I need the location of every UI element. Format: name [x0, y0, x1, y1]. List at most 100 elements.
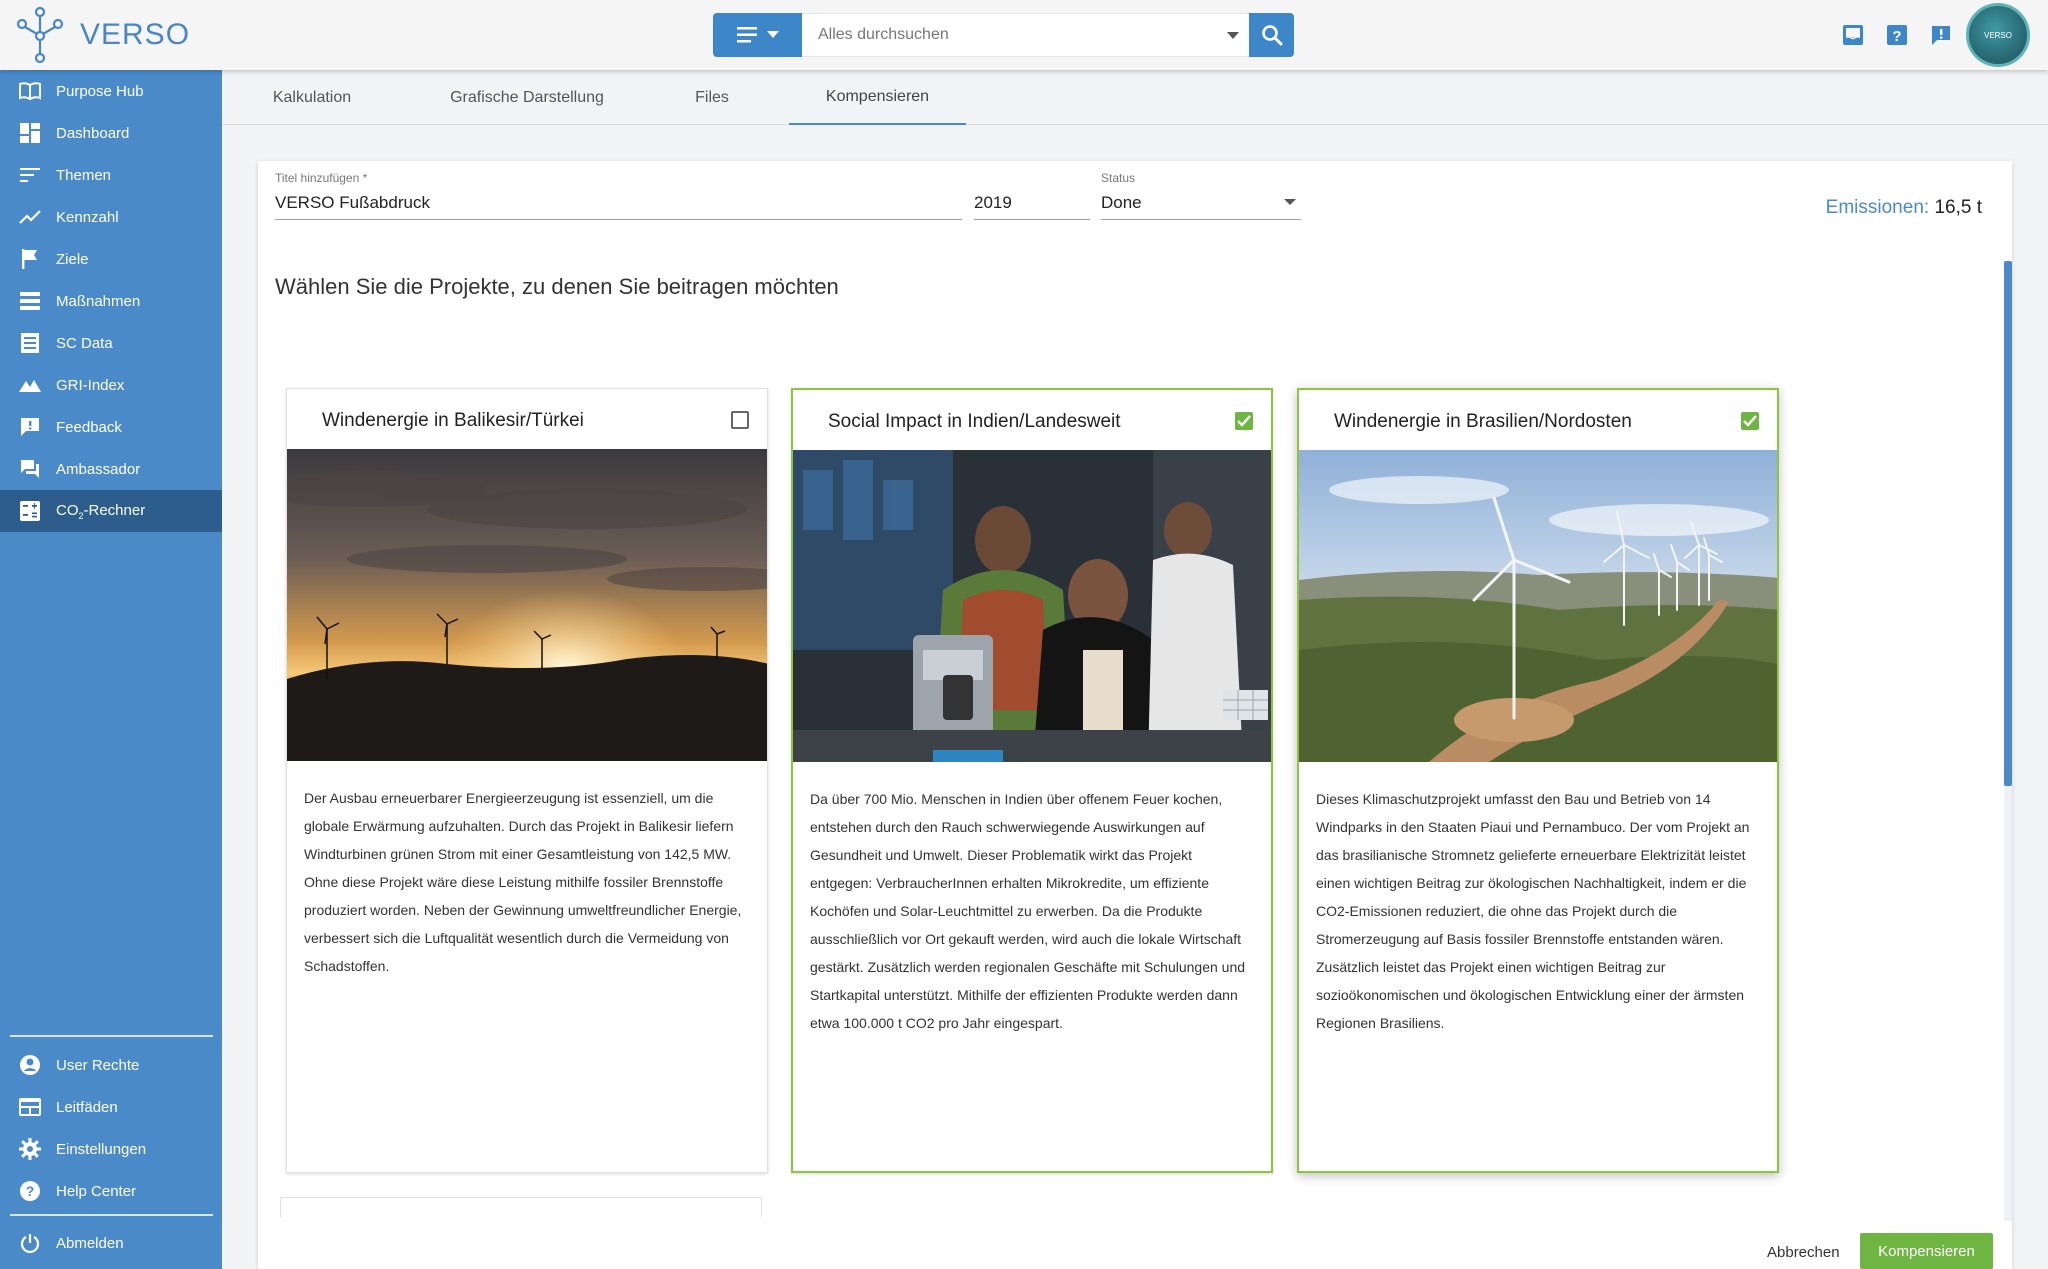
- checkmark-icon: [1743, 415, 1757, 427]
- dashboard-icon: [18, 121, 42, 145]
- sidebar-item-user-rechte[interactable]: User Rechte: [0, 1044, 222, 1086]
- sidebar-item-leitfaeden[interactable]: Leitfäden: [0, 1086, 222, 1128]
- book-open-icon: [18, 79, 42, 103]
- emissions-summary: Emissionen: 16,5 t: [1826, 197, 1982, 219]
- tab-kompensieren[interactable]: Kompensieren: [789, 70, 966, 125]
- project-image: [287, 449, 767, 761]
- status-select[interactable]: Done: [1101, 193, 1142, 213]
- sidebar-item-label: CO2-Rechner: [56, 502, 145, 521]
- lines-icon: [18, 163, 42, 187]
- account-circle-icon: [18, 1053, 42, 1077]
- terrain-icon: [18, 373, 42, 397]
- sidebar-item-label: Kennzahl: [56, 208, 119, 226]
- status-underline: [1101, 219, 1301, 220]
- sidebar-item-einstellungen[interactable]: Einstellungen: [0, 1128, 222, 1170]
- power-icon: [18, 1231, 42, 1255]
- verso-logo-icon: [16, 6, 64, 64]
- list-icon: [18, 331, 42, 355]
- tab-files[interactable]: Files: [662, 70, 762, 125]
- inbox-icon[interactable]: [1840, 22, 1866, 48]
- sidebar-item-sc-data[interactable]: SC Data: [0, 322, 222, 364]
- sidebar-item-label: Themen: [56, 166, 112, 184]
- sidebar-item-help-center[interactable]: ? Help Center: [0, 1170, 222, 1212]
- sidebar-item-kennzahl[interactable]: Kennzahl: [0, 196, 222, 238]
- web-icon: [18, 1095, 42, 1119]
- project-image: [793, 450, 1271, 762]
- sidebar-item-label: Maßnahmen: [56, 292, 141, 310]
- project-description: Da über 700 Mio. Menschen in Indien über…: [810, 791, 1246, 1031]
- checkmark-icon: [1237, 415, 1251, 427]
- sidebar-item-purpose-hub[interactable]: Purpose Hub: [0, 70, 222, 112]
- project-title: Windenergie in Brasilien/Nordosten: [1334, 411, 1632, 432]
- svg-text:?: ?: [1892, 28, 1901, 45]
- scrollbar-thumb[interactable]: [2004, 261, 2012, 786]
- sidebar-item-label: GRI-Index: [56, 376, 125, 394]
- status-dropdown-caret-icon[interactable]: [1284, 199, 1296, 205]
- app-logo[interactable]: VERSO: [16, 6, 190, 64]
- menu-lines-icon: [736, 27, 757, 43]
- title-field-label: Titel hinzufügen *: [275, 171, 368, 185]
- project-card[interactable]: Windenergie in Balikesir/Türkei Der Ausb…: [286, 388, 768, 1173]
- tab-grafische-darstellung[interactable]: Grafische Darstellung: [412, 70, 642, 125]
- avatar-label: VERSO: [1983, 30, 2012, 40]
- sidebar-item-ziele[interactable]: Ziele: [0, 238, 222, 280]
- project-title: Windenergie in Balikesir/Türkei: [322, 410, 584, 431]
- sidebar-item-feedback[interactable]: Feedback: [0, 406, 222, 448]
- search-input[interactable]: [802, 26, 1202, 44]
- project-checkbox[interactable]: [731, 411, 749, 429]
- sidebar-item-label: Help Center: [56, 1182, 137, 1200]
- forum-icon: [18, 457, 42, 481]
- sidebar-divider: [10, 1035, 213, 1037]
- project-checkbox[interactable]: [1741, 412, 1759, 430]
- tab-label: Files: [695, 88, 729, 106]
- year-underline: [974, 219, 1090, 220]
- tab-kalkulation[interactable]: Kalkulation: [252, 70, 372, 125]
- header-actions: ?: [1840, 22, 1954, 48]
- tab-bar: Kalkulation Grafische Darstellung Files …: [222, 70, 2048, 125]
- project-card-partial[interactable]: [280, 1197, 762, 1217]
- sidebar-item-label: User Rechte: [56, 1056, 140, 1074]
- sidebar-item-label: Ziele: [56, 250, 89, 268]
- sidebar-item-themen[interactable]: Themen: [0, 154, 222, 196]
- sidebar-item-label: Purpose Hub: [56, 82, 144, 100]
- sidebar-item-gri-index[interactable]: GRI-Index: [0, 364, 222, 406]
- sidebar-item-abmelden[interactable]: Abmelden: [0, 1222, 222, 1264]
- storage-icon: [18, 289, 42, 313]
- project-card[interactable]: Windenergie in Brasilien/Nordosten Diese…: [1297, 388, 1779, 1173]
- tab-label: Kalkulation: [272, 88, 352, 106]
- search-button[interactable]: [1249, 13, 1294, 57]
- help-circle-icon: ?: [18, 1179, 42, 1203]
- help-icon[interactable]: ?: [1884, 22, 1910, 48]
- sidebar-item-label: Dashboard: [56, 124, 130, 142]
- kompensieren-button[interactable]: Kompensieren: [1860, 1233, 1993, 1269]
- project-image: [1299, 450, 1777, 762]
- sidebar-item-label: SC Data: [56, 334, 113, 352]
- title-underline: [275, 219, 962, 220]
- search-filter-button[interactable]: [713, 13, 802, 57]
- calculator-icon: [18, 499, 42, 523]
- year-input[interactable]: 2019: [974, 193, 1012, 213]
- search-field[interactable]: [802, 13, 1249, 57]
- cancel-button[interactable]: Abbrechen: [1767, 1235, 1840, 1269]
- sidebar-item-massnahmen[interactable]: Maßnahmen: [0, 280, 222, 322]
- status-field-label: Status: [1101, 171, 1136, 185]
- sidebar-item-ambassador[interactable]: Ambassador: [0, 448, 222, 490]
- emissions-label: Emissionen:: [1825, 197, 1930, 218]
- sidebar-item-dashboard[interactable]: Dashboard: [0, 112, 222, 154]
- project-checkbox[interactable]: [1235, 412, 1253, 430]
- tab-label: Grafische Darstellung: [450, 88, 604, 106]
- section-heading: Wählen Sie die Projekte, zu denen Sie be…: [275, 274, 839, 299]
- feedback-icon[interactable]: [1928, 22, 1954, 48]
- avatar[interactable]: VERSO: [1966, 3, 2030, 67]
- sidebar-item-co2-rechner[interactable]: CO2-Rechner: [0, 490, 222, 532]
- gear-icon: [18, 1137, 42, 1161]
- flag-icon: [18, 247, 42, 271]
- sidebar: Purpose Hub Dashboard Themen Kennzahl Zi…: [0, 70, 222, 1269]
- project-description: Dieses Klimaschutzprojekt umfasst den Ba…: [1316, 791, 1750, 1031]
- title-input[interactable]: VERSO Fußabdruck: [275, 193, 430, 213]
- svg-text:?: ?: [26, 1183, 35, 1199]
- top-bar: VERSO ? VERSO: [0, 0, 2048, 70]
- project-card[interactable]: Social Impact in Indien/Landesweit Da üb…: [791, 388, 1273, 1173]
- search-dropdown-caret-icon[interactable]: [1227, 32, 1239, 39]
- emissions-value: 16,5 t: [1934, 197, 1982, 218]
